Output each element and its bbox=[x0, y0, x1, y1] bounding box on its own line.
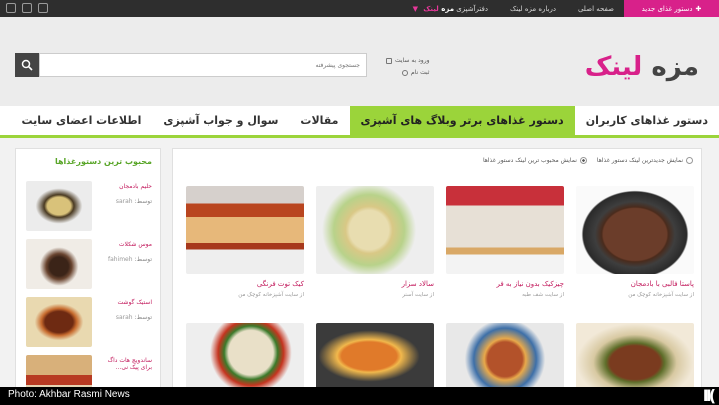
radio-popular[interactable] bbox=[579, 157, 587, 164]
recipe-card[interactable]: چیزکیک بدون نیاز به فر از سایت شف طبه bbox=[446, 186, 564, 298]
nav-item-top-blog-recipes[interactable]: دستور غذاهای برتر وبلاگ های آشپزی bbox=[349, 106, 575, 135]
recipe-source: از سایت شف طبه bbox=[522, 292, 564, 298]
recipe-source: از سایت آسنر bbox=[402, 292, 434, 298]
register-link[interactable]: ثبت نام bbox=[386, 67, 429, 79]
top-link-cookbook[interactable]: دفترآشپزی مزه لینک ▼ bbox=[413, 5, 488, 13]
login-link[interactable]: ورود به سایت bbox=[386, 55, 429, 67]
recipe-image[interactable] bbox=[446, 323, 564, 389]
recipe-thumbnail[interactable] bbox=[26, 297, 92, 347]
sidebar-item-title[interactable]: استیک گوشت bbox=[96, 299, 152, 306]
recipe-card[interactable]: سالاد سزار از سایت آسنر bbox=[316, 186, 434, 298]
recipe-title[interactable]: پاستا فالبی با بادمجان bbox=[576, 280, 694, 288]
photo-credit-bar: Photo: Akhbar Rasmi News ΙΙ( bbox=[0, 387, 719, 405]
recipe-thumbnail[interactable] bbox=[26, 355, 92, 389]
site-header: مزه لینک ورود به سایت ثبت نام bbox=[0, 17, 719, 107]
sidebar-item-meta: توسط: fahimeh bbox=[107, 256, 152, 263]
recipe-card[interactable] bbox=[446, 323, 564, 389]
top-links: صفحه اصلی درباره مزه لینک دفترآشپزی مزه … bbox=[413, 0, 614, 17]
sidebar-title: محبوب ترین دستورغذاها bbox=[54, 157, 152, 166]
sidebar-item-title[interactable]: موس شکلات bbox=[96, 241, 152, 248]
recipe-title[interactable]: سالاد سزار bbox=[316, 280, 434, 288]
instagram-icon[interactable] bbox=[22, 3, 32, 13]
recipe-image[interactable] bbox=[576, 323, 694, 389]
recipe-image[interactable] bbox=[446, 186, 564, 274]
sidebar-item-meta: توسط: sarah bbox=[115, 314, 152, 321]
sidebar-item[interactable]: ساندویچ هات داگ برای پیک نی... bbox=[24, 355, 154, 389]
site-logo[interactable]: مزه لینک bbox=[585, 52, 699, 82]
top-link-about[interactable]: درباره مزه لینک bbox=[510, 5, 556, 13]
lock-icon bbox=[386, 58, 392, 64]
recipe-card[interactable] bbox=[316, 323, 434, 389]
recipe-card[interactable]: کیک توت فرنگی از سایت آشپزخانه کوچک من bbox=[186, 186, 304, 298]
search-bar bbox=[15, 53, 367, 77]
recipe-thumbnail[interactable] bbox=[26, 239, 92, 289]
sidebar-item[interactable]: موس شکلات توسط: fahimeh bbox=[24, 239, 154, 289]
telegram-icon[interactable] bbox=[6, 3, 16, 13]
agency-watermark: ΙΙ( bbox=[702, 386, 716, 405]
sidebar-item-title[interactable]: ساندویچ هات داگ برای پیک نی... bbox=[96, 357, 152, 371]
chevron-down-icon: ▼ bbox=[412, 4, 419, 13]
recipe-thumbnail[interactable] bbox=[26, 181, 92, 231]
recipe-image[interactable] bbox=[186, 323, 304, 389]
sort-newest-option[interactable]: نمایش جدیدترین لینک دستور غذاها bbox=[597, 157, 693, 164]
recipe-source: از سایت آشپزخانه کوچک من bbox=[628, 292, 694, 298]
recipe-image[interactable] bbox=[186, 186, 304, 274]
nav-item-cooking-qa[interactable]: سوال و جواب آشپزی bbox=[152, 106, 289, 135]
recipe-image[interactable] bbox=[316, 323, 434, 389]
recipe-card[interactable] bbox=[186, 323, 304, 389]
sidebar-item-meta: توسط: sarah bbox=[115, 198, 152, 205]
new-recipe-button[interactable]: ✚ دستور غذای جدید bbox=[624, 0, 719, 17]
recipe-title[interactable]: کیک توت فرنگی bbox=[186, 280, 304, 288]
plus-icon: ✚ bbox=[695, 4, 702, 13]
sort-options: نمایش جدیدترین لینک دستور غذاها نمایش مح… bbox=[483, 157, 693, 164]
recipe-image[interactable] bbox=[316, 186, 434, 274]
recipe-source: از سایت آشپزخانه کوچک من bbox=[238, 292, 304, 298]
nav-item-articles[interactable]: مقالات bbox=[289, 106, 349, 135]
sidebar-item[interactable]: استیک گوشت توسط: sarah bbox=[24, 297, 154, 347]
recipe-card[interactable] bbox=[576, 323, 694, 389]
top-bar: صفحه اصلی درباره مزه لینک دفترآشپزی مزه … bbox=[0, 0, 719, 17]
top-link-home[interactable]: صفحه اصلی bbox=[578, 5, 614, 13]
recipes-panel: نمایش جدیدترین لینک دستور غذاها نمایش مح… bbox=[172, 148, 702, 389]
recipe-card[interactable]: پاستا فالبی با بادمجان از سایت آشپزخانه … bbox=[576, 186, 694, 298]
nav-item-user-recipes[interactable]: دستور غذاهای کاربران bbox=[575, 106, 719, 135]
sidebar-item-title[interactable]: حلیم بادمجان bbox=[96, 183, 152, 190]
social-links bbox=[6, 3, 48, 13]
photo-credit: Photo: Akhbar Rasmi News bbox=[8, 389, 130, 400]
sort-popular-option[interactable]: نمایش محبوب ترین لینک دستور غذاها bbox=[483, 157, 587, 164]
windows-icon[interactable] bbox=[38, 3, 48, 13]
recipe-image[interactable] bbox=[576, 186, 694, 274]
sidebar-item[interactable]: حلیم بادمجان توسط: sarah bbox=[24, 181, 154, 231]
nav-item-members-info[interactable]: اطلاعات اعضای سایت bbox=[10, 106, 152, 135]
main-nav: دستور غذاهای کاربران دستور غذاهای برتر و… bbox=[0, 106, 719, 138]
popular-recipes-sidebar: محبوب ترین دستورغذاها حلیم بادمجان توسط:… bbox=[15, 148, 161, 389]
search-button[interactable] bbox=[15, 53, 39, 77]
radio-newest[interactable] bbox=[686, 157, 693, 164]
search-input[interactable] bbox=[39, 53, 367, 77]
search-icon bbox=[21, 59, 33, 71]
recipe-title[interactable]: چیزکیک بدون نیاز به فر bbox=[446, 280, 564, 288]
auth-links: ورود به سایت ثبت نام bbox=[386, 55, 429, 79]
user-icon bbox=[401, 70, 408, 76]
